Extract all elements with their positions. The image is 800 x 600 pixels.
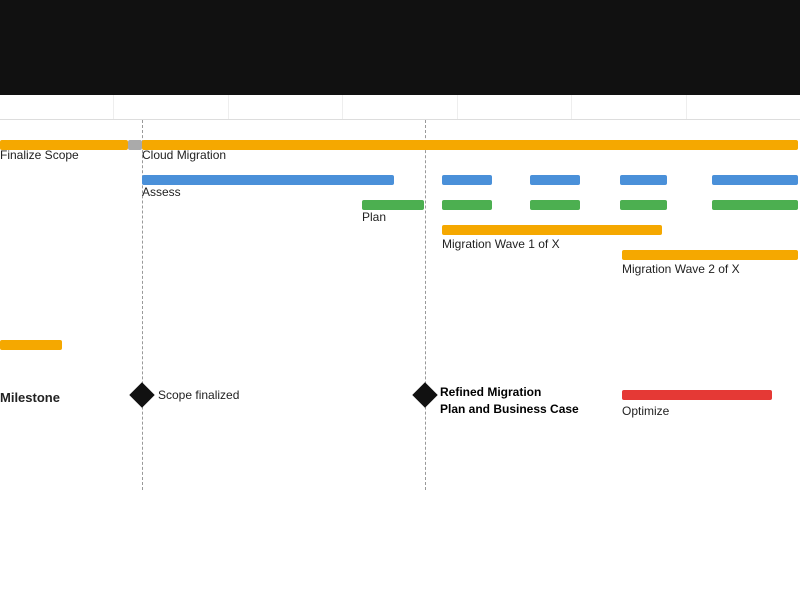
plan-bar-1	[442, 200, 492, 210]
optimize-bar	[622, 390, 772, 400]
plan-bar-3	[620, 200, 667, 210]
month-col-3	[229, 95, 343, 119]
dashed-line	[425, 120, 426, 490]
plan-bar-0	[362, 200, 424, 210]
cloud-migration-bar	[142, 140, 798, 150]
wave2-bar	[622, 250, 798, 260]
month-col-7	[687, 95, 800, 119]
refined-migration-label: Refined MigrationPlan and Business Case	[440, 384, 579, 418]
cloud-migration-label: Cloud Migration	[142, 148, 226, 162]
finalize-scope-label: Finalize Scope	[0, 148, 79, 162]
milestone-section-label: Milestone	[0, 390, 60, 405]
small-yellow-bar	[0, 340, 62, 350]
top-bar	[0, 0, 800, 95]
month-col-5	[458, 95, 572, 119]
assess-bar-1	[442, 175, 492, 185]
assess-bar-4	[712, 175, 798, 185]
header-row	[0, 95, 800, 120]
assess-label: Assess	[142, 185, 181, 199]
plan-bar-4	[712, 200, 798, 210]
assess-bar-3	[620, 175, 667, 185]
scope-finalized-diamond	[129, 382, 154, 407]
wave2-label: Migration Wave 2 of X	[622, 262, 740, 276]
plan-bar-2	[530, 200, 580, 210]
scope-finalized-label: Scope finalized	[158, 388, 239, 402]
month-col-6	[572, 95, 686, 119]
month-col-1	[0, 95, 114, 119]
plan-label: Plan	[362, 210, 386, 224]
optimize-label: Optimize	[622, 404, 669, 418]
gap-bar	[128, 140, 142, 150]
wave1-label: Migration Wave 1 of X	[442, 237, 560, 251]
assess-bar-2	[530, 175, 580, 185]
refined-migration-diamond	[412, 382, 437, 407]
wave1-bar	[442, 225, 662, 235]
assess-bar-0	[142, 175, 394, 185]
gantt-area: Finalize Scope Cloud Migration Assess Plan M…	[0, 120, 800, 490]
month-col-2	[114, 95, 228, 119]
month-col-4	[343, 95, 457, 119]
